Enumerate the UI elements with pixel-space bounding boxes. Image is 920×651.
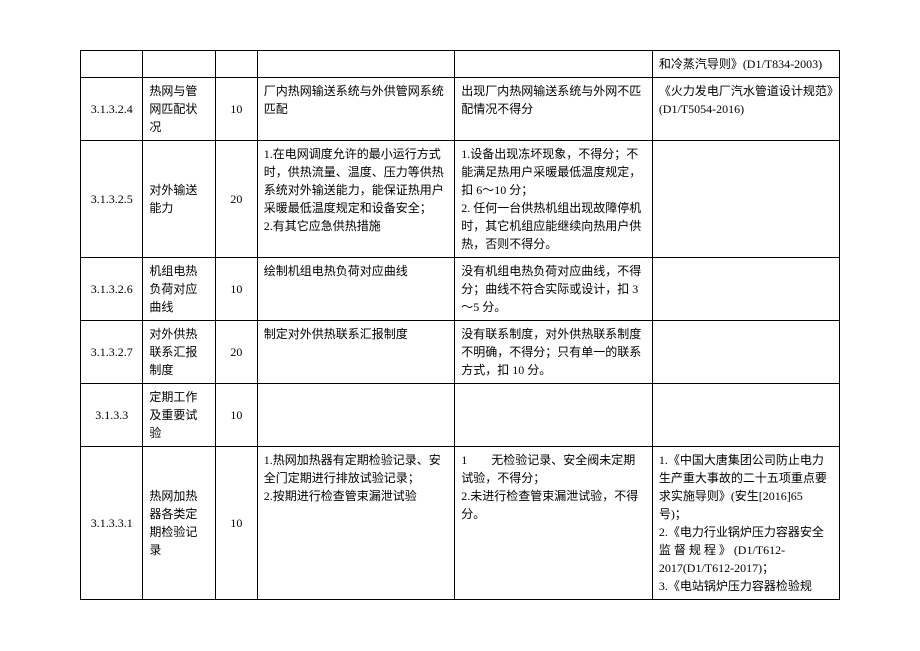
table-row: 3.1.3.2.6机组电热负荷对应曲线10绘制机组电热负荷对应曲线没有机组电热负… bbox=[81, 258, 840, 321]
row-score: 10 bbox=[216, 384, 258, 447]
table-row: 3.1.3.3定期工作及重要试验10 bbox=[81, 384, 840, 447]
row-score bbox=[216, 51, 258, 78]
row-score: 10 bbox=[216, 258, 258, 321]
row-ref: 和冷蒸汽导则》(D1/T834-2003) bbox=[652, 51, 839, 78]
row-name: 对外供热联系汇报制度 bbox=[143, 321, 216, 384]
row-id: 3.1.3.3.1 bbox=[81, 447, 143, 600]
row-name: 热网与管网匹配状况 bbox=[143, 78, 216, 141]
evaluation-table: 和冷蒸汽导则》(D1/T834-2003)3.1.3.2.4热网与管网匹配状况1… bbox=[80, 50, 840, 600]
row-desc: 1.在电网调度允许的最小运行方式时，供热流量、温度、压力等供热系统对外输送能力，… bbox=[257, 141, 455, 258]
row-ref bbox=[652, 141, 839, 258]
row-name: 机组电热负荷对应曲线 bbox=[143, 258, 216, 321]
row-id: 3.1.3.3 bbox=[81, 384, 143, 447]
row-id: 3.1.3.2.6 bbox=[81, 258, 143, 321]
table-row: 3.1.3.2.4热网与管网匹配状况10厂内热网输送系统与外供管网系统匹配出现厂… bbox=[81, 78, 840, 141]
table-row: 和冷蒸汽导则》(D1/T834-2003) bbox=[81, 51, 840, 78]
row-criteria: 1 无检验记录、安全阀未定期试验，不得分； 2.未进行检查管束漏泄试验，不得分。 bbox=[455, 447, 653, 600]
row-name bbox=[143, 51, 216, 78]
row-score: 20 bbox=[216, 141, 258, 258]
row-criteria: 出现厂内热网输送系统与外网不匹配情况不得分 bbox=[455, 78, 653, 141]
row-id: 3.1.3.2.7 bbox=[81, 321, 143, 384]
row-desc: 绘制机组电热负荷对应曲线 bbox=[257, 258, 455, 321]
row-criteria: 1.设备出现冻坏现象，不得分；不能满足热用户采暖最低温度规定，扣 6～10 分；… bbox=[455, 141, 653, 258]
row-name: 对外输送能力 bbox=[143, 141, 216, 258]
row-ref: 《火力发电厂汽水管道设计规范》(D1/T5054-2016) bbox=[652, 78, 839, 141]
row-desc: 制定对外供热联系汇报制度 bbox=[257, 321, 455, 384]
table-row: 3.1.3.3.1热网加热器各类定期检验记录101.热网加热器有定期检验记录、安… bbox=[81, 447, 840, 600]
row-id: 3.1.3.2.5 bbox=[81, 141, 143, 258]
table-row: 3.1.3.2.5对外输送能力201.在电网调度允许的最小运行方式时，供热流量、… bbox=[81, 141, 840, 258]
row-criteria bbox=[455, 384, 653, 447]
row-score: 10 bbox=[216, 78, 258, 141]
row-ref bbox=[652, 321, 839, 384]
row-desc: 厂内热网输送系统与外供管网系统匹配 bbox=[257, 78, 455, 141]
row-criteria: 没有联系制度，对外供热联系制度不明确，不得分；只有单一的联系方式，扣 10 分。 bbox=[455, 321, 653, 384]
row-score: 20 bbox=[216, 321, 258, 384]
row-ref bbox=[652, 258, 839, 321]
row-desc: 1.热网加热器有定期检验记录、安全门定期进行排放试验记录； 2.按期进行检查管束… bbox=[257, 447, 455, 600]
row-ref: 1.《中国大唐集团公司防止电力生产重大事故的二十五项重点要求实施导则》(安生[2… bbox=[652, 447, 839, 600]
row-score: 10 bbox=[216, 447, 258, 600]
row-name: 热网加热器各类定期检验记录 bbox=[143, 447, 216, 600]
row-desc bbox=[257, 51, 455, 78]
table-row: 3.1.3.2.7对外供热联系汇报制度20制定对外供热联系汇报制度没有联系制度，… bbox=[81, 321, 840, 384]
row-id bbox=[81, 51, 143, 78]
row-name: 定期工作及重要试验 bbox=[143, 384, 216, 447]
row-criteria bbox=[455, 51, 653, 78]
row-criteria: 没有机组电热负荷对应曲线，不得分；曲线不符合实际或设计，扣 3～5 分。 bbox=[455, 258, 653, 321]
row-desc bbox=[257, 384, 455, 447]
row-id: 3.1.3.2.4 bbox=[81, 78, 143, 141]
row-ref bbox=[652, 384, 839, 447]
